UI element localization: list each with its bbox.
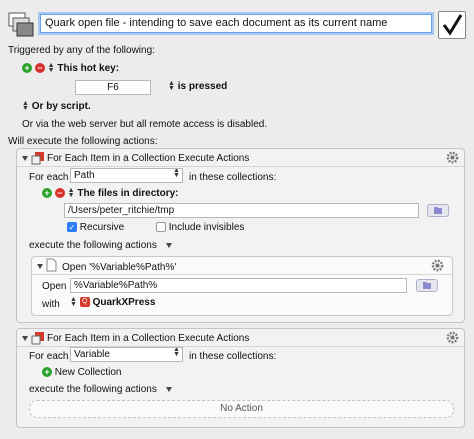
quarkxpress-app-icon: Q — [79, 297, 90, 308]
document-icon — [46, 258, 57, 272]
action2-title[interactable]: For Each Item in a Collection Execute Ac… — [47, 333, 249, 344]
separator — [17, 166, 464, 167]
execute-menu-icon[interactable] — [165, 242, 172, 248]
app-name: QuarkXPress — [92, 297, 156, 308]
directory-field[interactable]: /Users/peter_ritchie/tmp — [64, 203, 419, 218]
with-label: with — [42, 299, 60, 310]
new-collection-plus-icon: + — [42, 367, 52, 378]
hotkey-state-label: is pressed — [177, 81, 228, 92]
or-by-script-label: Or by script. — [31, 101, 91, 112]
recursive-check-icon: ✓ — [67, 222, 77, 233]
variable-dropdown-2-icon[interactable]: ▲ ▼ — [173, 348, 180, 358]
collapse-triangle-2-icon[interactable] — [22, 336, 28, 341]
action1-variable-field[interactable]: Path ▲ ▼ — [70, 168, 183, 183]
variable-dropdown-icon[interactable]: ▲ ▼ — [173, 169, 180, 179]
files-in-directory-label: The files in directory: — [77, 188, 179, 199]
open-folder-icon — [423, 282, 431, 289]
for-each-label-2: For each — [29, 351, 69, 362]
include-invisibles-label: Include invisibles — [168, 222, 245, 233]
hotkey-trigger-row: + − ▲ ▼ This hot key: — [22, 62, 120, 74]
add-trigger-icon[interactable]: + — [22, 63, 32, 74]
action2-gear-icon[interactable] — [446, 331, 459, 344]
open-label: Open — [42, 281, 67, 292]
no-action-drop-zone[interactable]: No Action — [29, 400, 454, 418]
folder-icon — [434, 207, 442, 214]
for-each-action-2-icon — [31, 332, 44, 345]
application-select[interactable]: ▲ ▼ Q QuarkXPress — [70, 296, 156, 309]
include-invisibles-checkbox[interactable]: Include invisibles — [156, 222, 244, 233]
macro-group-icon — [8, 12, 34, 37]
web-server-note: Or via the web server but all remote acc… — [22, 119, 268, 130]
open-path-field[interactable]: %Variable%Path% — [70, 278, 407, 293]
hotkey-label: This hot key: — [57, 63, 120, 74]
hotkey-state-select[interactable]: ▲ ▼ is pressed — [168, 80, 228, 93]
macro-enabled-checkbox[interactable] — [438, 11, 466, 39]
action1-gear-icon[interactable] — [446, 151, 459, 164]
remove-trigger-icon[interactable]: − — [34, 63, 45, 74]
sub-separator — [32, 274, 452, 275]
remove-collection-icon[interactable]: − — [54, 188, 65, 199]
include-invisibles-box — [156, 222, 166, 233]
in-collections-label: in these collections: — [189, 172, 277, 183]
execute-label-text-2: execute the following actions — [29, 384, 157, 395]
script-trigger-stepper-icon: ▲ ▼ — [22, 100, 29, 113]
collection-row: + − ▲ ▼ The files in directory: — [42, 187, 179, 199]
execute-following-label-2: execute the following actions — [29, 384, 172, 395]
recursive-checkbox[interactable]: ✓ Recursive — [67, 222, 124, 233]
hotkey-field[interactable]: F6 — [75, 80, 151, 95]
actions-heading: Will execute the following actions: — [8, 136, 158, 147]
collapse-triangle-icon[interactable] — [22, 156, 28, 161]
choose-folder-button[interactable] — [427, 204, 449, 217]
new-collection-button[interactable]: + New Collection — [42, 367, 121, 378]
app-select-stepper-icon: ▲ ▼ — [70, 296, 77, 309]
open-choose-file-button[interactable] — [416, 279, 438, 292]
action2-variable-value: Variable — [74, 349, 110, 360]
open-action-title[interactable]: Open '%Variable%Path%' — [62, 262, 176, 273]
hotkey-state-stepper-icon: ▲ ▼ — [168, 80, 175, 93]
add-collection-icon[interactable]: + — [42, 188, 52, 199]
trigger-type-stepper-icon[interactable]: ▲ ▼ — [48, 62, 55, 74]
for-each-action-icon — [31, 152, 44, 165]
action1-title[interactable]: For Each Item in a Collection Execute Ac… — [47, 153, 249, 164]
for-each-label: For each — [29, 172, 69, 183]
execute-following-label-1: execute the following actions — [29, 240, 172, 251]
execute-label-text: execute the following actions — [29, 240, 157, 251]
sub-action-gear-icon[interactable] — [431, 259, 444, 272]
execute-menu-2-icon[interactable] — [165, 386, 172, 392]
recursive-label: Recursive — [79, 222, 125, 233]
macro-title-input[interactable]: Quark open file - intending to save each… — [40, 14, 432, 33]
triggers-heading: Triggered by any of the following: — [8, 45, 155, 56]
in-collections-label-2: in these collections: — [189, 351, 277, 362]
new-collection-label: New Collection — [54, 367, 122, 378]
action2-variable-field[interactable]: Variable ▲ ▼ — [70, 347, 183, 362]
collection-type-stepper-icon[interactable]: ▲ ▼ — [68, 187, 75, 199]
action1-variable-value: Path — [74, 170, 95, 181]
checkmark-icon — [442, 14, 463, 36]
sub-collapse-triangle-icon[interactable] — [37, 264, 43, 269]
script-trigger-row[interactable]: ▲ ▼ Or by script. — [22, 100, 91, 113]
